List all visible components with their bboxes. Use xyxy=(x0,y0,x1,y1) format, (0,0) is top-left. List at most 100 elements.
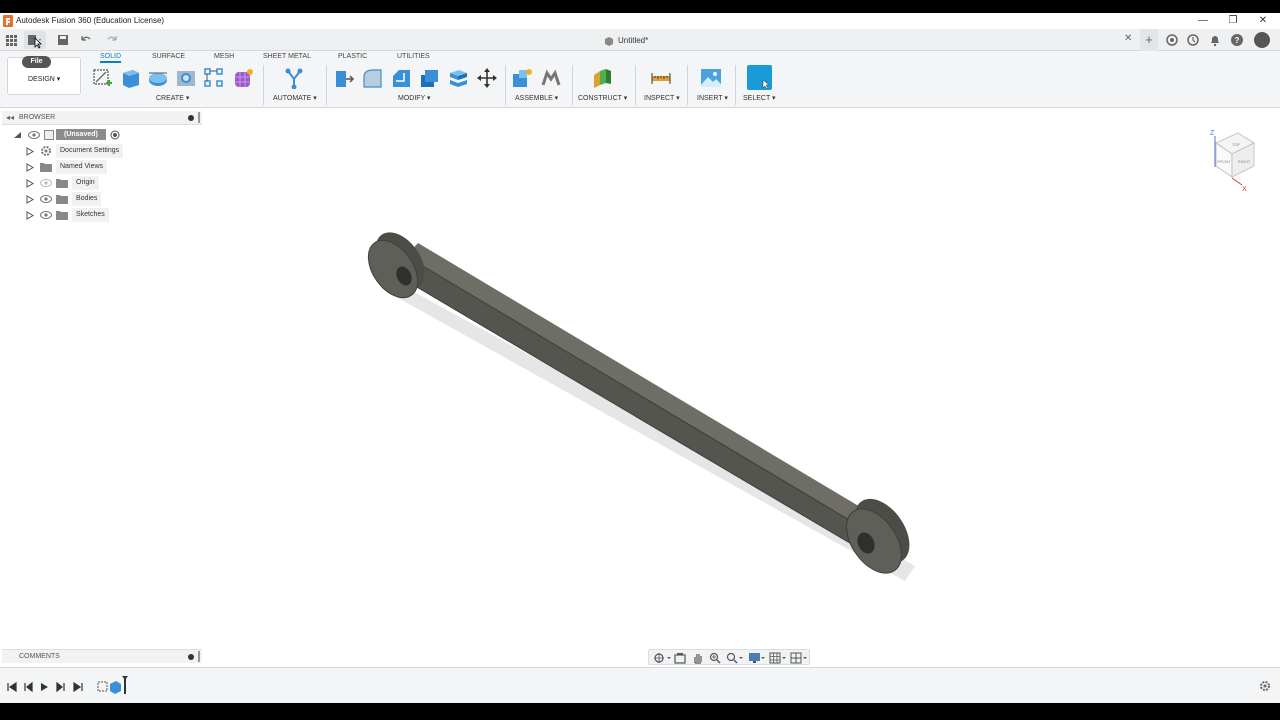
user-avatar[interactable] xyxy=(1254,32,1270,48)
collapse-panel-icon[interactable]: ◂◂ xyxy=(6,113,14,122)
document-tab[interactable]: Untitled* xyxy=(598,33,678,49)
visibility-eye-icon[interactable] xyxy=(40,211,52,219)
step-forward-icon[interactable] xyxy=(55,681,67,693)
visibility-eye-icon[interactable] xyxy=(40,195,52,203)
look-at-icon[interactable] xyxy=(674,652,686,664)
fillet-icon[interactable] xyxy=(361,67,383,89)
viewport-canvas[interactable] xyxy=(210,113,1270,643)
joint-icon[interactable] xyxy=(540,67,562,89)
undo-icon[interactable] xyxy=(78,33,92,47)
viewports-icon[interactable] xyxy=(790,652,808,664)
save-icon[interactable] xyxy=(56,33,70,47)
insert-group-label[interactable]: INSERT ▾ xyxy=(697,94,728,102)
app-grid-icon[interactable] xyxy=(4,33,18,47)
move-copy-icon[interactable] xyxy=(476,67,498,89)
automate-icon[interactable] xyxy=(283,67,305,89)
modify-group-label[interactable]: MODIFY ▾ xyxy=(398,94,431,102)
expanded-triangle-icon[interactable] xyxy=(12,131,22,139)
create-form-icon[interactable] xyxy=(232,67,254,89)
combine-icon[interactable] xyxy=(447,67,469,89)
visibility-eye-icon[interactable] xyxy=(28,131,40,139)
tab-plastic[interactable]: PLASTIC xyxy=(338,53,367,60)
collapsed-triangle-icon[interactable] xyxy=(26,195,34,204)
hole-icon[interactable] xyxy=(175,67,197,89)
select-group-label[interactable]: SELECT ▾ xyxy=(743,94,776,102)
chamfer-icon[interactable] xyxy=(390,67,412,89)
panel-options-icon[interactable] xyxy=(188,115,194,121)
tree-item-origin[interactable]: Origin xyxy=(12,176,202,190)
minimize-button[interactable]: — xyxy=(1188,13,1218,29)
tab-mesh[interactable]: MESH xyxy=(214,53,234,60)
close-tab-icon[interactable]: ✕ xyxy=(1124,33,1132,44)
fusion-window: Autodesk Fusion 360 (Education License) … xyxy=(0,13,1280,703)
assemble-group-label[interactable]: ASSEMBLE ▾ xyxy=(515,94,558,102)
select-button[interactable] xyxy=(747,65,772,90)
tab-surface[interactable]: SURFACE xyxy=(152,53,185,60)
zoom-icon[interactable] xyxy=(709,652,721,664)
browser-panel-header[interactable]: ◂◂ BROWSER xyxy=(2,111,202,125)
create-group-label[interactable]: CREATE ▾ xyxy=(156,94,189,102)
notifications-bell-icon[interactable] xyxy=(1208,33,1222,47)
link-bar-top-face[interactable] xyxy=(406,243,867,524)
step-back-icon[interactable] xyxy=(22,681,34,693)
activate-radio-icon[interactable] xyxy=(110,130,120,140)
press-pull-icon[interactable] xyxy=(333,67,355,89)
revolve-icon[interactable] xyxy=(147,67,169,89)
timeline-settings-gear-icon[interactable] xyxy=(1259,680,1271,692)
viewcube-right-label[interactable]: RIGHT xyxy=(1238,159,1251,164)
new-component-icon[interactable] xyxy=(511,67,533,89)
create-sketch-icon[interactable] xyxy=(91,67,113,89)
tree-item-sketches[interactable]: Sketches xyxy=(12,208,202,222)
redo-icon[interactable] xyxy=(104,33,118,47)
tree-root-label[interactable]: (Unsaved) xyxy=(56,129,106,140)
automate-group-label[interactable]: AUTOMATE ▾ xyxy=(273,94,317,102)
collapsed-triangle-icon[interactable] xyxy=(26,211,34,220)
go-to-start-icon[interactable] xyxy=(6,681,18,693)
tab-utilities[interactable]: UTILITIES xyxy=(397,53,430,60)
new-tab-icon[interactable]: + xyxy=(1140,29,1158,51)
extrude-icon[interactable] xyxy=(119,67,141,89)
tab-sheet-metal[interactable]: SHEET METAL xyxy=(263,53,311,60)
orbit-icon[interactable] xyxy=(653,652,671,664)
timeline-extrude-icon[interactable] xyxy=(110,681,121,694)
collapsed-triangle-icon[interactable] xyxy=(26,163,34,172)
help-icon[interactable]: ? xyxy=(1230,33,1244,47)
tab-solid[interactable]: SOLID xyxy=(100,53,122,63)
timeline-features[interactable] xyxy=(96,676,134,696)
panel-options-icon[interactable] xyxy=(188,654,194,660)
collapsed-triangle-icon[interactable] xyxy=(26,179,34,188)
maximize-button[interactable]: ❐ xyxy=(1218,13,1248,29)
measure-icon[interactable] xyxy=(650,67,672,89)
panel-resize-handle[interactable] xyxy=(198,651,200,662)
pan-hand-icon[interactable] xyxy=(692,652,704,664)
grid-settings-icon[interactable] xyxy=(769,652,787,664)
construct-group-label[interactable]: CONSTRUCT ▾ xyxy=(578,94,627,102)
fusion-logo-icon xyxy=(3,15,13,27)
job-status-icon[interactable] xyxy=(1186,33,1200,47)
close-window-button[interactable]: ✕ xyxy=(1248,13,1278,29)
viewcube[interactable]: TOP FRONT RIGHT Z X xyxy=(1204,121,1264,191)
shell-icon[interactable] xyxy=(418,67,440,89)
hidden-eye-icon[interactable] xyxy=(40,179,52,187)
inspect-group-label[interactable]: INSPECT ▾ xyxy=(644,94,680,102)
tree-root-row[interactable]: (Unsaved) xyxy=(12,128,202,142)
pattern-icon[interactable] xyxy=(203,67,225,89)
fit-zoom-icon[interactable] xyxy=(726,652,744,664)
comments-panel-header[interactable]: COMMENTS xyxy=(2,649,202,663)
folder-icon xyxy=(56,195,68,204)
display-settings-icon[interactable] xyxy=(748,652,766,664)
collapsed-triangle-icon[interactable] xyxy=(26,147,34,156)
extensions-icon[interactable] xyxy=(1165,33,1179,47)
go-to-end-icon[interactable] xyxy=(72,681,84,693)
offset-plane-icon[interactable] xyxy=(591,67,613,89)
link-bar-side-face[interactable] xyxy=(405,255,861,550)
tree-item-document-settings[interactable]: Document Settings xyxy=(12,144,202,158)
tree-item-bodies[interactable]: Bodies xyxy=(12,192,202,206)
viewcube-top-label[interactable]: TOP xyxy=(1232,142,1240,147)
timeline-sketch-icon[interactable] xyxy=(97,681,108,692)
tree-item-named-views[interactable]: Named Views xyxy=(12,160,202,174)
viewcube-front-label[interactable]: FRONT xyxy=(1217,159,1231,164)
insert-image-icon[interactable] xyxy=(700,67,722,89)
panel-resize-handle[interactable] xyxy=(198,112,200,123)
play-icon[interactable] xyxy=(38,681,50,693)
